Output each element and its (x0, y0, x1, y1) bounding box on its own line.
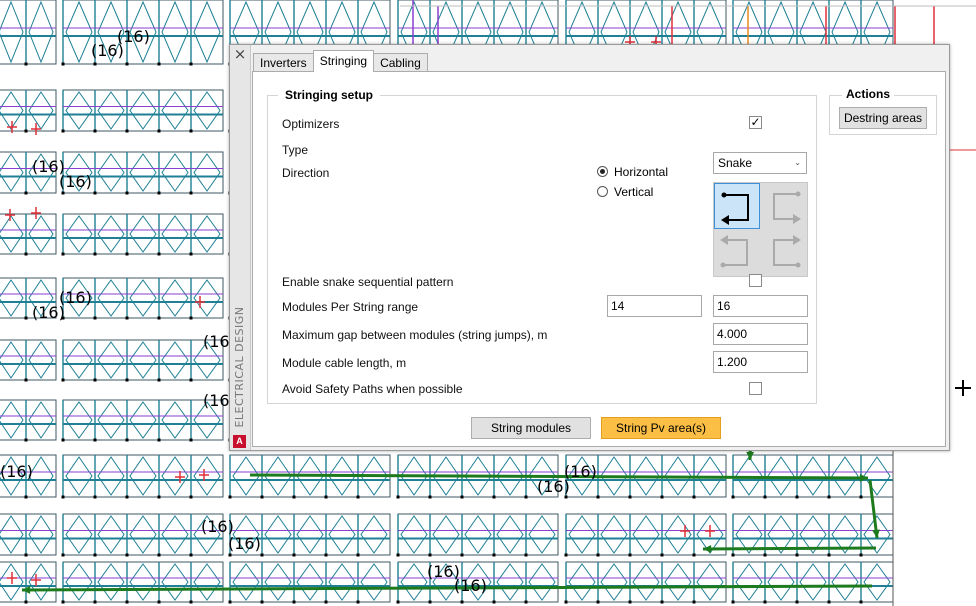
crosshair-icon (955, 380, 971, 396)
type-select[interactable]: Snake ⌄ (713, 152, 807, 174)
max-gap-label: Maximum gap between modules (string jump… (282, 328, 548, 342)
pattern-left-start-top[interactable] (714, 183, 760, 229)
cable-length-label: Module cable length, m (282, 356, 407, 370)
actions-title: Actions (842, 87, 895, 101)
electrical-design-dialog: × ELECTRICAL DESIGN A Inverters Stringin… (229, 44, 950, 451)
direction-vertical-radio[interactable]: Vertical (597, 185, 653, 199)
string-count-label: (16 (203, 332, 230, 351)
string-count-label: (16) (537, 477, 570, 496)
max-gap-input[interactable]: 4.000 (713, 323, 808, 345)
check-icon: ✓ (750, 115, 761, 129)
modules-range-label: Modules Per String range (282, 300, 419, 314)
close-icon[interactable]: × (233, 47, 247, 62)
direction-horizontal-label: Horizontal (614, 165, 669, 179)
string-pv-areas-button[interactable]: String Pv area(s) (601, 417, 721, 439)
snake-pattern-picker (713, 182, 808, 277)
string-count-label: (16) (91, 41, 124, 60)
snake-pattern-icon (720, 235, 748, 268)
string-count-label: (16 (203, 391, 230, 410)
direction-vertical-label: Vertical (614, 185, 654, 199)
autocad-logo-icon: A (233, 435, 246, 448)
string-count-label: (16) (454, 576, 487, 595)
dialog-side-title: ELECTRICAL DESIGN (233, 306, 246, 428)
stringing-setup-title: Stringing setup (278, 88, 380, 102)
pattern-right-start-top[interactable] (761, 183, 807, 229)
snake-pattern-icon (721, 192, 749, 225)
snake-pattern-label: Enable snake sequential pattern (282, 275, 454, 289)
type-label: Type (282, 143, 309, 157)
destring-areas-button[interactable]: Destring areas (839, 107, 927, 129)
tab-inverters[interactable]: Inverters (253, 53, 314, 72)
radio-selected-icon (597, 166, 608, 177)
modules-min-input[interactable]: 14 (607, 295, 702, 317)
avoid-safety-paths-checkbox[interactable] (749, 382, 762, 395)
direction-horizontal-radio[interactable]: Horizontal (597, 165, 668, 179)
snake-pattern-icon (773, 191, 801, 224)
snake-pattern-icon (773, 235, 801, 268)
string-count-label: (16) (0, 462, 33, 481)
cable-length-input[interactable]: 1.200 (713, 351, 808, 373)
type-select-value: Snake (718, 156, 753, 170)
string-count-label: (16) (59, 172, 92, 191)
tab-cabling[interactable]: Cabling (373, 53, 428, 72)
dialog-side-strip: × ELECTRICAL DESIGN A (230, 45, 251, 450)
stringing-setup-group: Stringing setup Optimizers ✓ Type Snake … (267, 88, 817, 404)
chevron-down-icon: ⌄ (794, 158, 801, 167)
pattern-left-start-bottom[interactable] (714, 230, 760, 276)
direction-label: Direction (282, 166, 330, 180)
tab-bar: Inverters Stringing Cabling (253, 50, 428, 72)
optimizers-checkbox[interactable]: ✓ (749, 116, 762, 129)
radio-unselected-icon (597, 186, 608, 197)
tab-stringing[interactable]: Stringing (312, 50, 375, 72)
snake-pattern-checkbox[interactable] (749, 274, 762, 287)
pattern-right-start-bottom[interactable] (761, 230, 807, 276)
string-count-label: (16) (228, 534, 261, 553)
optimizers-label: Optimizers (282, 117, 340, 131)
actions-group: Actions Destring areas (829, 87, 937, 135)
string-modules-button[interactable]: String modules (471, 417, 591, 439)
modules-max-input[interactable]: 16 (713, 295, 808, 317)
avoid-safety-paths-label: Avoid Safety Paths when possible (282, 382, 463, 396)
stringing-tab-panel: Stringing setup Optimizers ✓ Type Snake … (252, 71, 946, 447)
string-count-label: (16) (32, 303, 65, 322)
